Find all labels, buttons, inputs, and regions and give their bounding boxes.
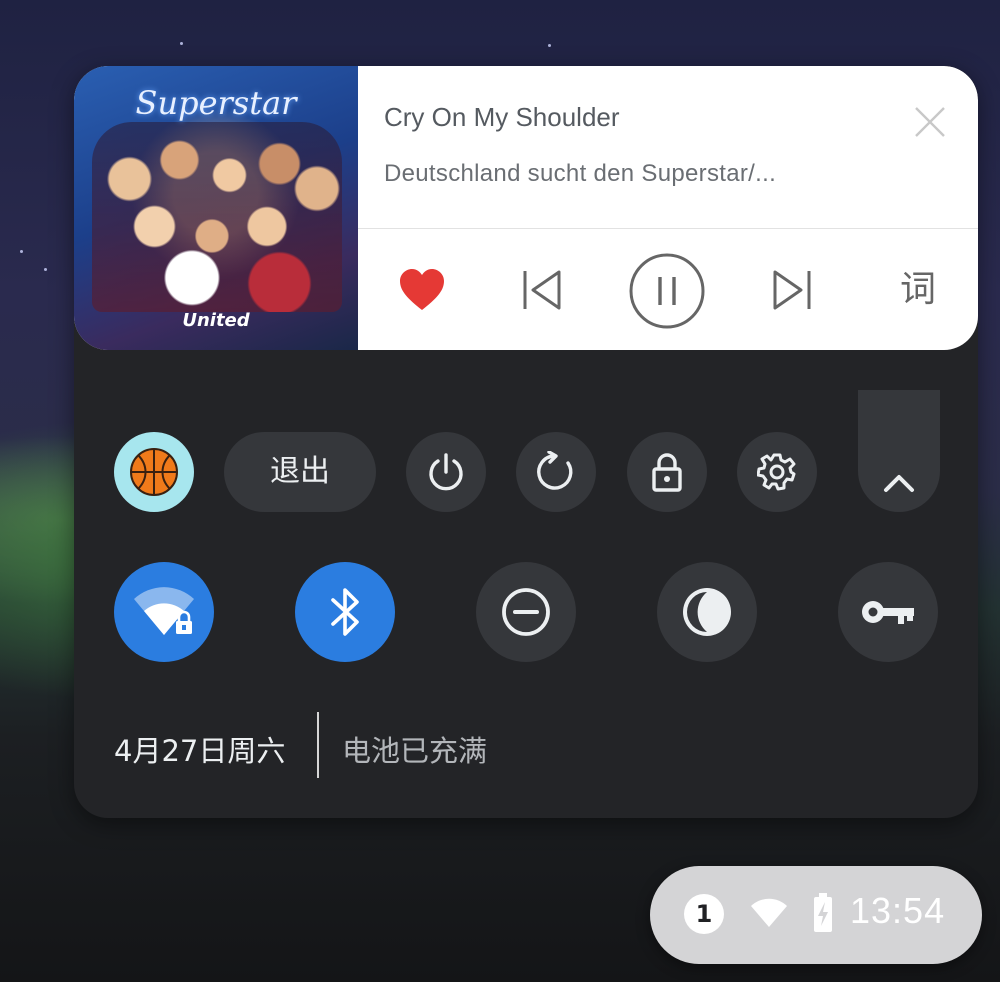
tray-battery [812, 892, 834, 938]
battery-charging-icon [814, 893, 832, 932]
quick-settings-panel: Superstar United Cry On My Shoulder Deut… [74, 66, 978, 818]
album-art: Superstar United [74, 66, 358, 350]
album-subtitle: United [182, 310, 250, 331]
next-button[interactable] [766, 264, 818, 316]
star [180, 42, 183, 45]
heart-icon [400, 269, 444, 310]
previous-button[interactable] [516, 264, 568, 316]
collapse-button[interactable] [858, 390, 940, 512]
star [20, 250, 23, 253]
bluetooth-icon [331, 588, 359, 636]
star [44, 268, 47, 271]
skip-previous-icon [523, 270, 561, 310]
tray-wifi [750, 898, 788, 932]
do-not-disturb-icon [502, 588, 550, 636]
wifi-toggle[interactable] [114, 562, 214, 662]
night-light-toggle[interactable] [657, 562, 757, 662]
star [548, 44, 551, 47]
restart-icon [537, 451, 573, 490]
album-logo: Superstar [135, 84, 297, 122]
status-divider [317, 712, 319, 778]
wifi-icon [751, 898, 787, 927]
close-icon [915, 107, 945, 137]
pause-icon [629, 253, 705, 329]
night-light-icon [683, 588, 731, 636]
settings-button[interactable] [737, 432, 817, 512]
sign-out-button[interactable]: 退出 [224, 432, 376, 512]
song-title: Cry On My Shoulder [384, 102, 620, 132]
bluetooth-toggle[interactable] [295, 562, 395, 662]
power-icon [429, 453, 463, 491]
gear-icon [757, 453, 796, 491]
vpn-toggle[interactable] [838, 562, 938, 662]
wifi-lock-icon [134, 587, 194, 635]
album-art-photo [92, 122, 342, 312]
lock-icon [652, 453, 682, 492]
user-avatar[interactable] [114, 432, 194, 512]
date-label[interactable]: 4月27日周六 [114, 728, 285, 770]
restart-button[interactable] [516, 432, 596, 512]
lyrics-button[interactable]: 词 [890, 266, 946, 314]
status-tray[interactable]: 1 13:54 [650, 866, 982, 964]
battery-status[interactable]: 电池已充满 [342, 728, 487, 770]
basketball-icon [130, 448, 178, 496]
lock-button[interactable] [627, 432, 707, 512]
media-notification[interactable]: Superstar United Cry On My Shoulder Deut… [74, 66, 978, 350]
clock-time: 13:54 [850, 890, 946, 931]
media-divider [358, 228, 978, 229]
chevron-up-icon [884, 475, 914, 492]
notification-count-badge[interactable]: 1 [684, 894, 724, 934]
pause-button[interactable] [628, 252, 706, 330]
song-artist: Deutschland sucht den Superstar/... [384, 160, 777, 187]
do-not-disturb-toggle[interactable] [476, 562, 576, 662]
like-button[interactable] [394, 264, 450, 316]
skip-next-icon [773, 270, 811, 310]
close-button[interactable] [908, 100, 952, 144]
power-button[interactable] [406, 432, 486, 512]
key-icon [862, 601, 914, 624]
